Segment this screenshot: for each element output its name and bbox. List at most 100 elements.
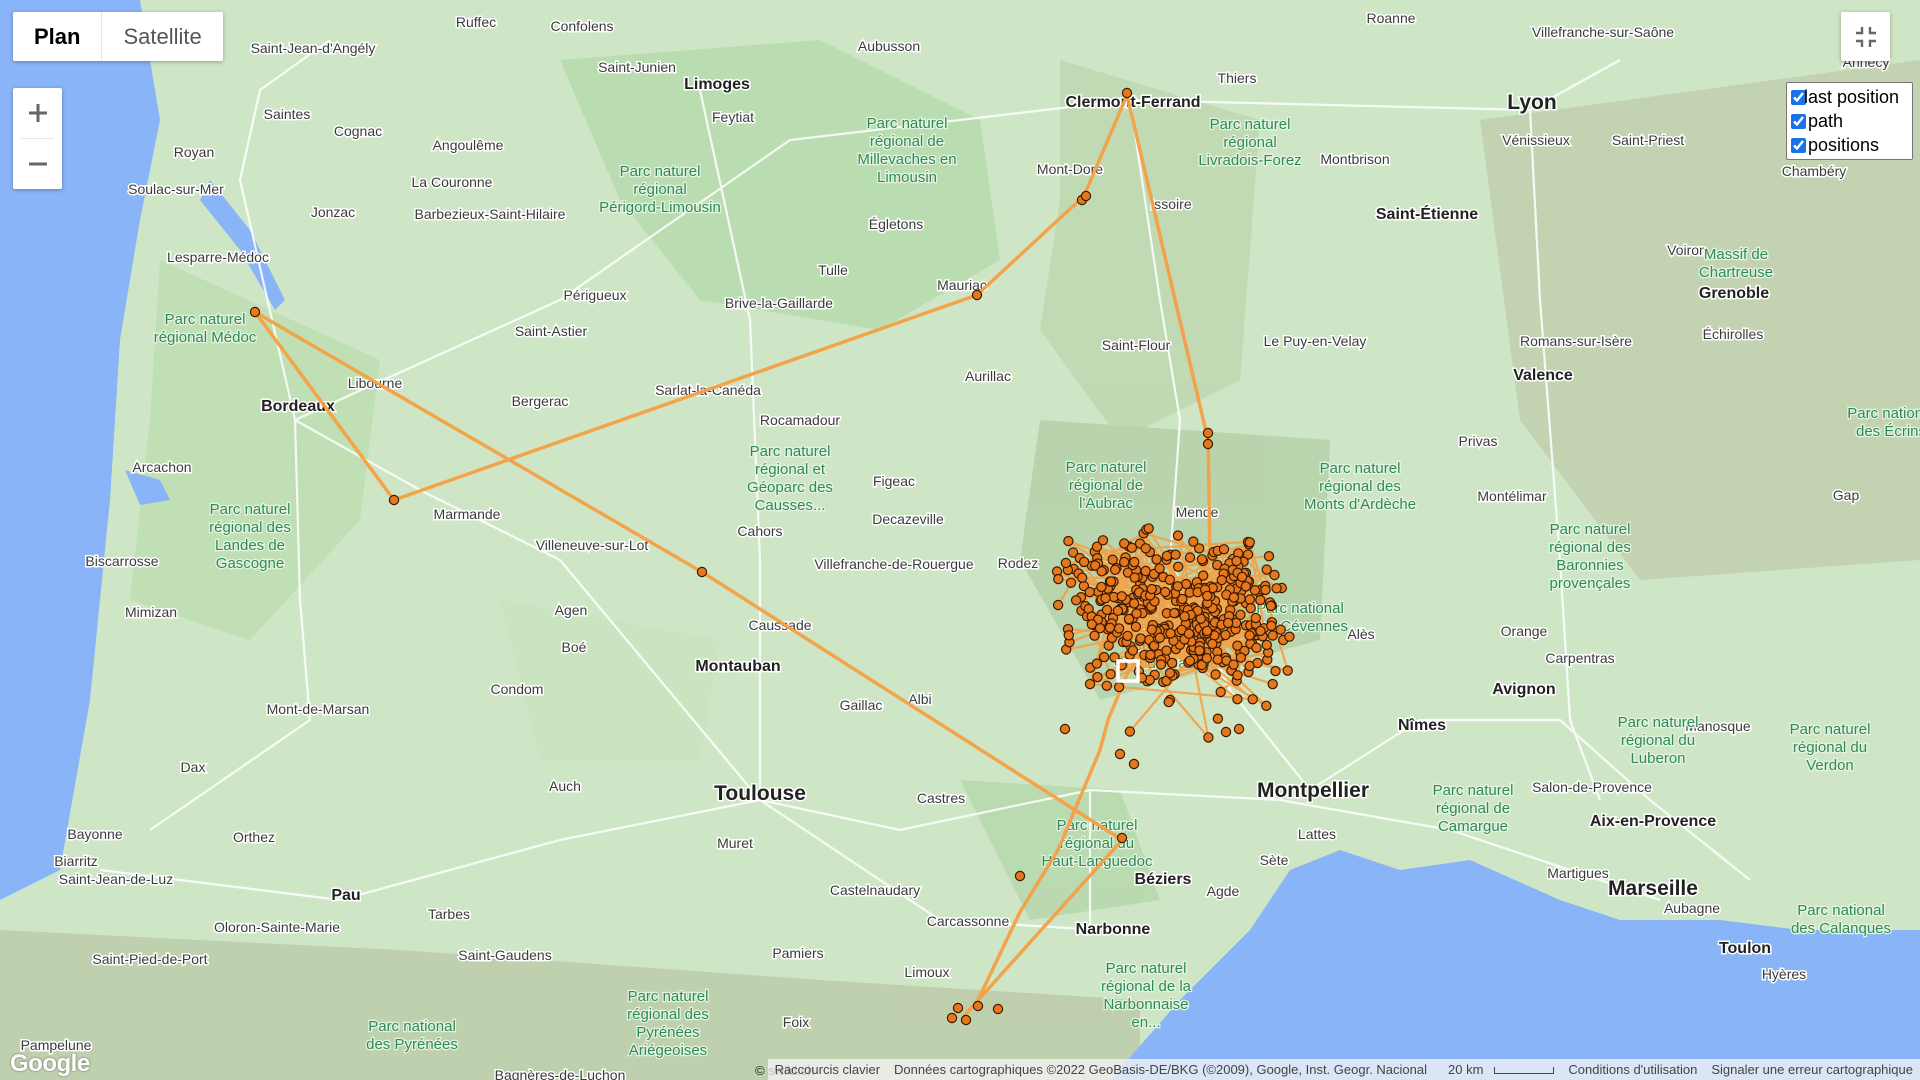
position-point[interactable]: [1118, 556, 1130, 568]
position-point[interactable]: [1163, 696, 1174, 708]
position-point[interactable]: [1070, 595, 1082, 606]
position-point[interactable]: [1080, 190, 1092, 202]
satellite-button[interactable]: Satellite: [102, 12, 222, 61]
position-point[interactable]: [946, 1012, 958, 1024]
position-point[interactable]: [1228, 592, 1240, 603]
position-point[interactable]: [1235, 652, 1247, 663]
position-point[interactable]: [1216, 574, 1228, 586]
map-canvas[interactable]: Ruffec Confolens Aubusson Thiers Roanne Ville…: [0, 0, 1920, 1080]
position-point[interactable]: [992, 1003, 1004, 1015]
position-point[interactable]: [1092, 671, 1103, 683]
position-point[interactable]: [1184, 655, 1196, 667]
position-point[interactable]: [1112, 605, 1124, 617]
position-point[interactable]: [972, 1000, 984, 1012]
position-point[interactable]: [1203, 732, 1214, 743]
position-point[interactable]: [1231, 555, 1242, 567]
position-point[interactable]: [1105, 669, 1116, 680]
position-point[interactable]: [1201, 653, 1213, 664]
position-point[interactable]: [1261, 700, 1272, 712]
position-point[interactable]: [1244, 594, 1256, 605]
position-point[interactable]: [1165, 628, 1176, 639]
position-point[interactable]: [1063, 630, 1075, 641]
position-point[interactable]: [1135, 633, 1146, 644]
position-point[interactable]: [1129, 556, 1140, 568]
position-point[interactable]: [1146, 624, 1158, 635]
position-point[interactable]: [1244, 537, 1256, 548]
position-point[interactable]: [1244, 660, 1255, 672]
google-logo[interactable]: Google: [10, 1050, 90, 1078]
position-point[interactable]: [1218, 544, 1230, 555]
position-point[interactable]: [1172, 530, 1184, 541]
position-point[interactable]: [1222, 617, 1234, 629]
position-point[interactable]: [1170, 549, 1181, 560]
position-point[interactable]: [1101, 680, 1113, 692]
terms-link[interactable]: Conditions d'utilisation: [1561, 1062, 1704, 1077]
position-point[interactable]: [952, 1002, 964, 1014]
fullscreen-button[interactable]: [1841, 12, 1890, 61]
position-point[interactable]: [1145, 649, 1156, 661]
position-point[interactable]: [388, 494, 400, 506]
position-point[interactable]: [1188, 536, 1199, 547]
position-point[interactable]: [1247, 694, 1258, 705]
layer-path[interactable]: path: [1787, 109, 1912, 133]
position-point[interactable]: [1113, 681, 1125, 693]
position-point[interactable]: [1232, 670, 1243, 681]
position-point[interactable]: [1232, 694, 1243, 705]
plan-button[interactable]: Plan: [13, 12, 101, 61]
position-point[interactable]: [1052, 599, 1064, 611]
position-point[interactable]: [1063, 535, 1074, 547]
position-point[interactable]: [696, 566, 708, 578]
position-point[interactable]: [1161, 550, 1173, 562]
position-point[interactable]: [1260, 584, 1271, 596]
position-point[interactable]: [1197, 570, 1209, 581]
position-point[interactable]: [1196, 554, 1208, 565]
position-point[interactable]: [1220, 726, 1232, 738]
position-point[interactable]: [1184, 552, 1196, 563]
position-point[interactable]: [1105, 576, 1117, 587]
position-point[interactable]: [1172, 561, 1184, 573]
scale-indicator[interactable]: 20 km: [1434, 1062, 1561, 1077]
position-point[interactable]: [1154, 632, 1166, 643]
position-point[interactable]: [1220, 629, 1231, 641]
position-point[interactable]: [960, 1014, 972, 1026]
layer-last-position[interactable]: last position: [1787, 85, 1912, 109]
position-point[interactable]: [1084, 678, 1096, 690]
position-point[interactable]: [1183, 628, 1195, 639]
path-checkbox[interactable]: [1791, 113, 1806, 129]
position-point[interactable]: [1161, 645, 1172, 656]
position-point[interactable]: [1201, 625, 1213, 637]
position-point[interactable]: [1275, 624, 1286, 635]
position-point[interactable]: [1255, 594, 1266, 606]
position-point[interactable]: [1078, 556, 1090, 568]
position-point[interactable]: [1131, 608, 1142, 619]
position-point[interactable]: [1228, 659, 1239, 670]
position-point[interactable]: [1127, 645, 1139, 656]
position-point[interactable]: [1244, 630, 1255, 641]
position-point[interactable]: [1097, 535, 1109, 546]
position-point[interactable]: [1284, 631, 1295, 642]
position-point[interactable]: [1076, 572, 1088, 583]
position-point[interactable]: [1084, 586, 1096, 598]
zoom-in-button[interactable]: [13, 88, 62, 138]
position-point[interactable]: [1202, 427, 1214, 439]
position-point[interactable]: [1130, 621, 1142, 633]
position-point[interactable]: [1263, 551, 1275, 562]
position-point[interactable]: [1096, 581, 1107, 593]
position-point[interactable]: [1210, 669, 1221, 680]
position-point[interactable]: [1101, 604, 1113, 616]
position-point[interactable]: [1113, 623, 1125, 634]
position-point[interactable]: [1265, 600, 1277, 612]
position-point[interactable]: [1251, 642, 1262, 654]
position-point[interactable]: [1255, 625, 1266, 637]
position-point[interactable]: [1116, 832, 1128, 844]
position-point[interactable]: [1245, 603, 1256, 614]
position-point[interactable]: [1114, 748, 1126, 760]
position-point[interactable]: [1270, 665, 1281, 677]
position-point[interactable]: [1212, 654, 1223, 665]
position-point[interactable]: [1249, 585, 1261, 596]
position-point[interactable]: [1091, 658, 1103, 669]
position-point[interactable]: [1154, 563, 1165, 574]
position-point[interactable]: [1212, 713, 1224, 724]
position-point[interactable]: [1143, 523, 1154, 534]
position-point[interactable]: [1116, 591, 1128, 602]
